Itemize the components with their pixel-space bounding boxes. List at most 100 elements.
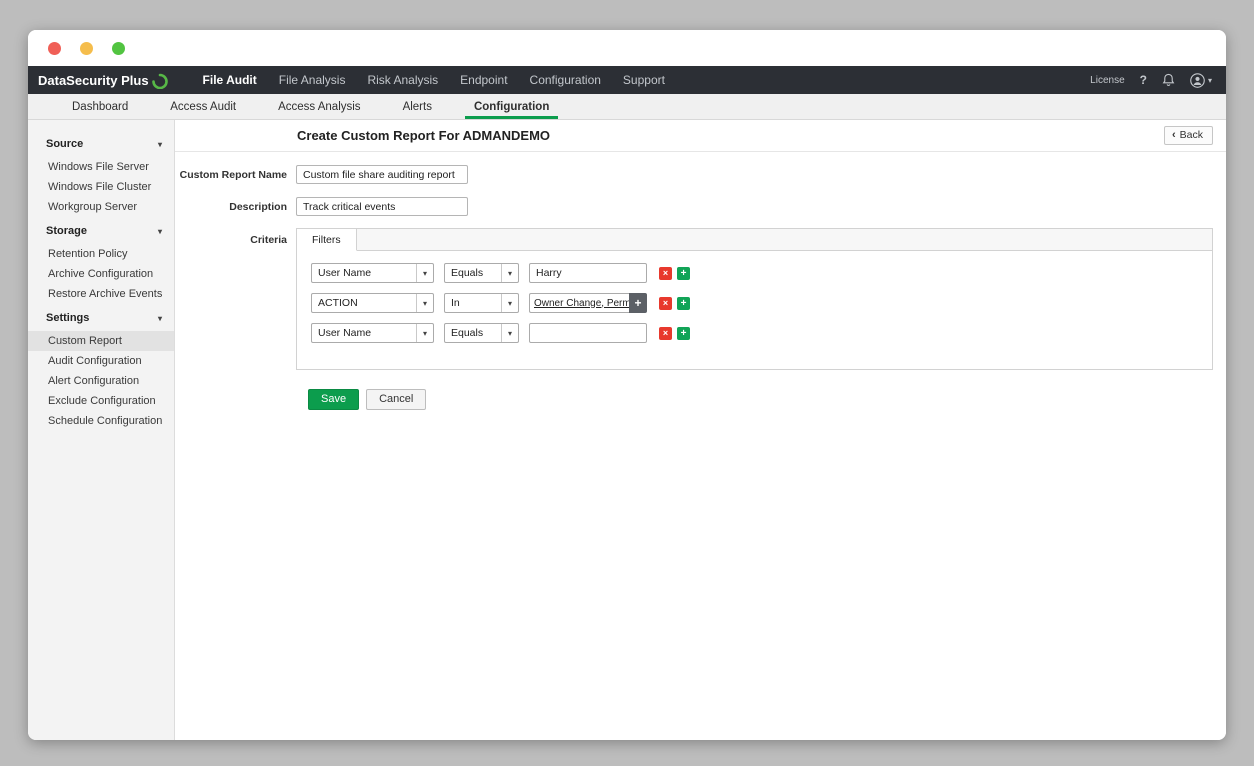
sidebar-item-exclude-configuration[interactable]: Exclude Configuration [28, 391, 174, 411]
cancel-button[interactable]: Cancel [366, 389, 427, 410]
nav-item-file-audit[interactable]: File Audit [192, 66, 268, 94]
tab-configuration[interactable]: Configuration [453, 94, 570, 119]
custom-report-name-label: Custom Report Name [179, 168, 287, 181]
field-select[interactable]: User Name ▾ [311, 323, 434, 343]
nav-item-support[interactable]: Support [612, 66, 676, 94]
user-menu-button[interactable]: ▾ [1190, 72, 1212, 88]
help-button[interactable]: ? [1140, 73, 1147, 87]
filter-value-input[interactable] [529, 263, 647, 283]
sidebar-section-title: Settings [46, 312, 90, 324]
sidebar-section-title: Source [46, 138, 84, 150]
nav-item-configuration[interactable]: Configuration [519, 66, 612, 94]
operator-select[interactable]: Equals ▾ [444, 323, 519, 343]
page-title: Create Custom Report For ADMANDEMO [297, 128, 551, 143]
close-window-button[interactable] [48, 41, 61, 55]
window-titlebar [28, 30, 1226, 66]
picker-selected-values[interactable]: Owner Change, Permis... [529, 293, 629, 313]
nav-item-file-analysis[interactable]: File Analysis [268, 66, 357, 94]
remove-filter-button[interactable]: × [659, 266, 672, 280]
app-window: DataSecurity Plus File Audit File Analys… [28, 30, 1226, 740]
bell-icon [1162, 73, 1175, 86]
navbar-right-cluster: License ? ▾ [1090, 72, 1212, 88]
custom-report-name-input[interactable] [296, 165, 468, 184]
sidebar-item-archive-configuration[interactable]: Archive Configuration [28, 264, 174, 284]
sidebar-item-restore-archive-events[interactable]: Restore Archive Events [28, 284, 174, 304]
field-select-value: ACTION [318, 297, 358, 309]
user-icon [1190, 72, 1205, 88]
chevron-left-icon: ‹ [1171, 129, 1176, 141]
operator-select[interactable]: Equals ▾ [444, 263, 519, 283]
maximize-window-button[interactable] [112, 41, 125, 55]
sidebar-item-retention-policy[interactable]: Retention Policy [28, 244, 174, 264]
brand-text: DataSecurity Plus [38, 72, 149, 88]
operator-select-value: In [451, 297, 460, 309]
form-row-description: Description [175, 197, 1226, 216]
sidebar-item-custom-report[interactable]: Custom Report [28, 331, 174, 351]
sidebar-item-windows-file-cluster[interactable]: Windows File Cluster [28, 177, 174, 197]
field-select[interactable]: ACTION ▾ [311, 293, 434, 313]
secondary-tabbar: Dashboard Access Audit Access Analysis A… [28, 94, 1226, 120]
remove-filter-button[interactable]: × [659, 296, 672, 310]
caret-down-icon: ▾ [157, 226, 162, 236]
caret-down-icon: ▾ [157, 139, 162, 149]
remove-filter-button[interactable]: × [659, 326, 672, 340]
tab-alerts[interactable]: Alerts [382, 94, 453, 119]
sidebar-item-audit-configuration[interactable]: Audit Configuration [28, 351, 174, 371]
criteria-panel-tabs: Filters [297, 229, 1212, 251]
filter-row: User Name ▾ Equals ▾ × + [311, 323, 1212, 343]
tab-filters[interactable]: Filters [297, 229, 357, 251]
content-area: Source ▾ Windows File Server Windows Fil… [28, 120, 1226, 740]
form-actions: Save Cancel [308, 389, 1226, 410]
add-filter-button[interactable]: + [677, 296, 690, 310]
description-input[interactable] [296, 197, 468, 216]
chevron-down-icon: ▾ [416, 264, 433, 282]
sidebar-section-settings[interactable]: Settings ▾ [28, 304, 174, 331]
sidebar: Source ▾ Windows File Server Windows Fil… [28, 120, 175, 740]
operator-select-value: Equals [451, 327, 484, 339]
notifications-button[interactable] [1162, 73, 1175, 87]
sidebar-item-windows-file-server[interactable]: Windows File Server [28, 157, 174, 177]
field-select[interactable]: User Name ▾ [311, 263, 434, 283]
chevron-down-icon: ▾ [501, 324, 518, 342]
brand-logo[interactable]: DataSecurity Plus [38, 71, 168, 89]
filter-row: User Name ▾ Equals ▾ × + [311, 263, 1212, 283]
chevron-down-icon: ▾ [1207, 75, 1212, 85]
operator-select[interactable]: In ▾ [444, 293, 519, 313]
form-row-criteria: Criteria Filters User Name ▾ Equals ▾ Ha… [175, 228, 1226, 370]
sidebar-item-workgroup-server[interactable]: Workgroup Server [28, 197, 174, 217]
save-button[interactable]: Save [308, 389, 360, 410]
custom-report-form: Custom Report Name Description Criteria … [175, 152, 1226, 410]
criteria-panel-body: User Name ▾ Equals ▾ × + [297, 251, 1212, 369]
back-button[interactable]: ‹ Back [1163, 126, 1213, 145]
chevron-down-icon: ▾ [501, 264, 518, 282]
field-select-value: User Name [318, 267, 372, 279]
license-link[interactable]: License [1090, 75, 1124, 86]
criteria-label: Criteria [250, 234, 287, 246]
back-button-label: Back [1179, 129, 1203, 141]
criteria-panel: Filters User Name ▾ Equals ▾ Harry × + A… [296, 228, 1213, 370]
field-select-value: User Name [318, 327, 372, 339]
main-panel: Create Custom Report For ADMANDEMO ‹ Bac… [175, 120, 1226, 740]
caret-down-icon: ▾ [157, 313, 162, 323]
sidebar-item-alert-configuration[interactable]: Alert Configuration [28, 371, 174, 391]
add-filter-button[interactable]: + [677, 266, 690, 280]
minimize-window-button[interactable] [80, 41, 93, 55]
sidebar-section-storage[interactable]: Storage ▾ [28, 217, 174, 244]
tab-access-audit[interactable]: Access Audit [149, 94, 257, 119]
filter-value-picker: Owner Change, Permis... + [529, 293, 647, 313]
sidebar-item-schedule-configuration[interactable]: Schedule Configuration [28, 411, 174, 431]
add-filter-button[interactable]: + [677, 326, 690, 340]
picker-add-button[interactable]: + [629, 293, 647, 313]
page-header: Create Custom Report For ADMANDEMO ‹ Bac… [175, 120, 1226, 152]
chevron-down-icon: ▾ [416, 294, 433, 312]
nav-item-risk-analysis[interactable]: Risk Analysis [356, 66, 449, 94]
tab-access-analysis[interactable]: Access Analysis [257, 94, 381, 119]
tab-dashboard[interactable]: Dashboard [51, 94, 149, 119]
chevron-down-icon: ▾ [416, 324, 433, 342]
filter-value-input[interactable] [529, 323, 647, 343]
brand-swoosh-icon [151, 73, 168, 89]
filter-row: ACTION ▾ In ▾ Owner Change, Permis... + [311, 293, 1212, 313]
sidebar-section-source[interactable]: Source ▾ [28, 130, 174, 157]
nav-item-endpoint[interactable]: Endpoint [449, 66, 518, 94]
form-row-name: Custom Report Name [175, 165, 1226, 184]
